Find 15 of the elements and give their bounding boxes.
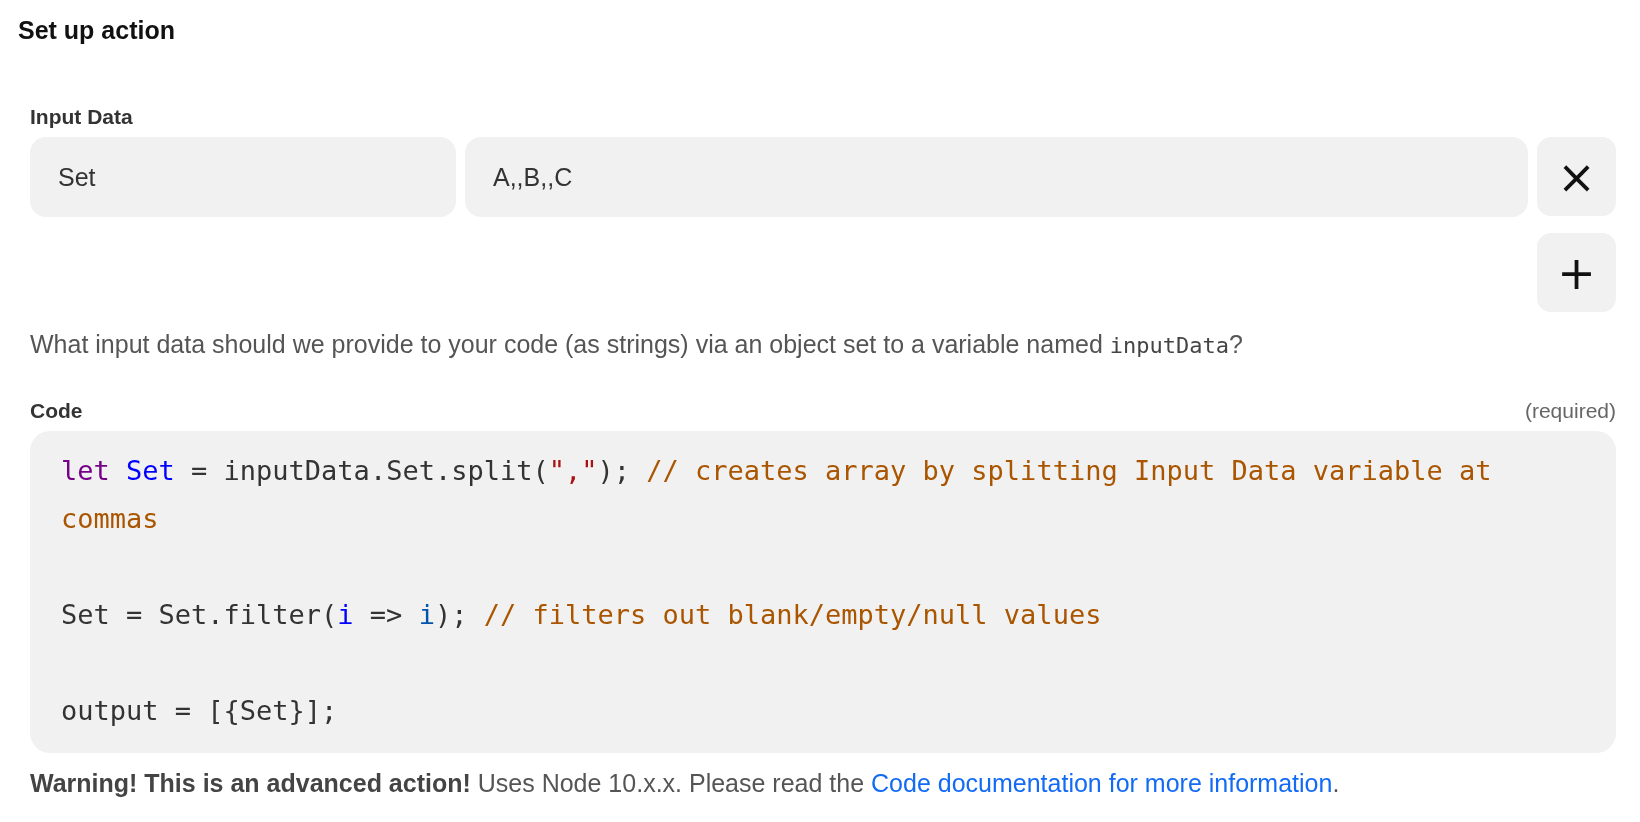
- remove-button[interactable]: ×: [1537, 137, 1616, 216]
- code-editor[interactable]: let Set = inputData.Set.split(","); // creates array by splitting Input Data variable at commas Set = Set.filter(i => i); // filters out blank/empty/null values output = [{Set}];: [30, 431, 1616, 753]
- code-line: let Set = inputData.Set.split(","); // creates array by splitting Input Data variable at commas: [61, 454, 1493, 536]
- required-note: (required): [1524, 399, 1616, 423]
- value-field[interactable]: A,,B,,C: [465, 137, 1528, 217]
- key-field[interactable]: Set: [30, 137, 456, 217]
- section-title: Set up action: [18, 16, 175, 45]
- add-button[interactable]: +: [1537, 233, 1616, 312]
- code-line: Set = Set.filter(i => i); // filters out blank/empty/null values: [61, 598, 1103, 632]
- documentation-link[interactable]: Code documentation for more information: [871, 769, 1333, 797]
- field-label: Code: [30, 399, 83, 423]
- field-label: Input Data: [30, 105, 133, 129]
- warning-text: Warning! This is an advanced action! Uses Node 10.x.x. Please read the Code documentation for more information.: [30, 769, 1341, 798]
- code-line: output = [{Set}];: [61, 694, 339, 728]
- help-text: What input data should we provide to your code (as strings) via an object set to a variable named inputData?: [30, 330, 1243, 359]
